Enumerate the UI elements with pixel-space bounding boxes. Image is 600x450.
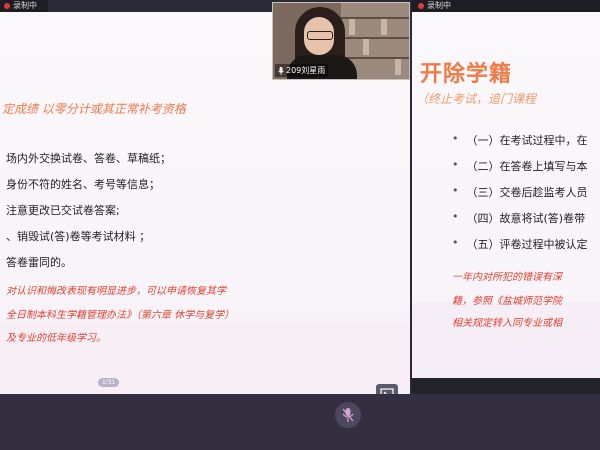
recording-indicator-left: 录制中 (4, 1, 37, 11)
list-item: 答卷雷同的。 (6, 256, 72, 269)
microphone-icon (278, 66, 284, 75)
slide-bottom-stripe (412, 378, 600, 394)
top-bar-left: 录制中 (0, 0, 48, 12)
list-item-text: （三）交卷后趁监考人员 (466, 186, 588, 199)
note-line: 全日制本科生学籍管理办法》（第六章 休学与复学） (6, 310, 235, 321)
shelf-book (363, 39, 369, 55)
participant-name-label: 209刘星雨 (275, 64, 329, 77)
participant-name: 209刘星雨 (286, 66, 326, 75)
glasses (307, 31, 333, 40)
list-item-text: （五）评卷过程中被认定 (466, 238, 588, 251)
top-bar-right: 录制中 (412, 0, 600, 12)
meeting-window: 录制中 录制中 定成绩 以零分计或其正常补考资格 场内外交换试卷、答卷、草稿纸；… (0, 0, 600, 450)
list-item: • （二）在答卷上填写与本 (452, 158, 588, 174)
list-item: 注意更改已交试卷答案; (6, 204, 120, 217)
slide-title: 开除学籍 (420, 62, 513, 87)
list-item: 身份不符的姓名、考号等信息； (6, 178, 160, 191)
mute-button[interactable] (335, 402, 361, 428)
shelf-book (395, 59, 401, 75)
participant-video-tile[interactable]: 209刘星雨 (272, 2, 410, 80)
record-dot-icon (418, 3, 424, 9)
right-shared-slide: 开除学籍 （终止考试，追门课程 • （一）在考试过程中，在 • （二）在答卷上填… (412, 12, 600, 394)
shelf-book (381, 19, 387, 35)
shelf-line (341, 37, 409, 39)
list-item: 场内外交换试卷、答卷、草稿纸； (6, 152, 171, 165)
recording-label-right: 录制中 (427, 1, 451, 10)
bullet-dot: • (452, 158, 459, 171)
note-line: 相关规定转入同专业或相 (452, 318, 562, 329)
list-item: • （五）评卷过程中被认定 (452, 236, 588, 252)
shelf-book (349, 19, 355, 35)
bullet-dot: • (452, 236, 459, 249)
page-indicator: 1/31 (98, 378, 120, 387)
bullet-dot: • (452, 132, 459, 145)
bullet-dot: • (452, 184, 459, 197)
list-item-text: （一）在考试过程中，在 (466, 134, 588, 147)
slide-heading: 定成绩 以零分计或其正常补考资格 (2, 102, 186, 116)
bottom-control-bar (0, 394, 600, 450)
list-item: • （三）交卷后趁监考人员 (452, 184, 588, 200)
note-line: 一年内对所犯的错误有深 (452, 272, 562, 283)
list-item-text: （二）在答卷上填写与本 (466, 160, 588, 173)
recording-indicator-right: 录制中 (418, 1, 451, 11)
note-line: 籍，参照《盐城师范学院 (452, 296, 562, 307)
note-line: 对认识和悔改表现有明显进步，可以申请恢复其学 (6, 286, 226, 297)
bullet-dot: • (452, 210, 459, 223)
list-item: 、销毁试(答)卷等考试材料 ； (6, 230, 151, 243)
list-item: • （一）在考试过程中，在 (452, 132, 588, 148)
microphone-muted-icon (342, 408, 354, 422)
list-item: • （四）故意将试(答)卷带 (452, 210, 585, 226)
slide-subtitle: （终止考试，追门课程 (416, 92, 537, 106)
recording-label-left: 录制中 (13, 1, 37, 10)
list-item-text: （四）故意将试(答)卷带 (466, 212, 586, 225)
note-line: 及专业的低年级学习。 (6, 333, 106, 344)
record-dot-icon (4, 3, 10, 9)
